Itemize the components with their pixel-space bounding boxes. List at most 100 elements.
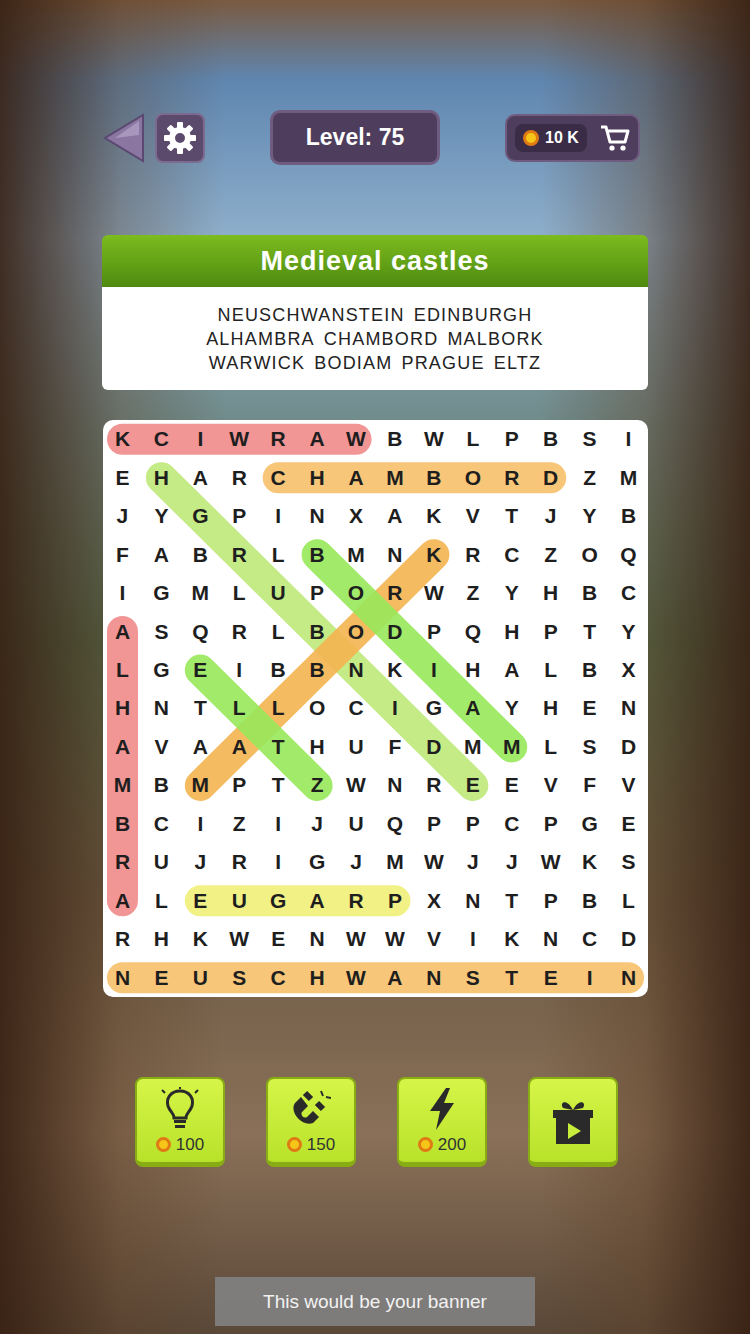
letter-cell[interactable]: B xyxy=(259,651,298,689)
letter-cell[interactable]: P xyxy=(220,766,259,804)
letter-cell[interactable]: O xyxy=(298,689,337,727)
letter-cell[interactable]: G xyxy=(142,574,181,612)
letter-cell[interactable]: G xyxy=(181,497,220,535)
letter-cell[interactable]: A xyxy=(337,458,376,496)
letter-cell[interactable]: K xyxy=(570,843,609,881)
letter-cell[interactable]: Y xyxy=(142,497,181,535)
letter-cell[interactable]: W xyxy=(375,920,414,958)
letter-cell[interactable]: T xyxy=(492,497,531,535)
letter-cell[interactable]: Q xyxy=(453,612,492,650)
letter-cell[interactable]: L xyxy=(220,574,259,612)
letter-cell[interactable]: L xyxy=(531,728,570,766)
letter-cell[interactable]: I xyxy=(375,689,414,727)
letter-cell[interactable]: H xyxy=(298,458,337,496)
letter-cell[interactable]: I xyxy=(570,959,609,997)
letter-cell[interactable]: R xyxy=(259,420,298,458)
letter-cell[interactable]: L xyxy=(259,535,298,573)
letter-cell[interactable]: D xyxy=(609,920,648,958)
letter-cell[interactable]: W xyxy=(220,420,259,458)
letter-cell[interactable]: C xyxy=(142,420,181,458)
letter-cell[interactable]: J xyxy=(453,843,492,881)
letter-cell[interactable]: F xyxy=(375,728,414,766)
letter-cell[interactable]: S xyxy=(570,728,609,766)
letter-cell[interactable]: G xyxy=(414,689,453,727)
letter-cell[interactable]: N xyxy=(298,920,337,958)
letter-cell[interactable]: M xyxy=(337,535,376,573)
letter-cell[interactable]: T xyxy=(259,728,298,766)
letter-cell[interactable]: R xyxy=(375,574,414,612)
letter-cell[interactable]: D xyxy=(375,612,414,650)
letter-cell[interactable]: D xyxy=(531,458,570,496)
letter-cell[interactable]: E xyxy=(453,766,492,804)
letter-cell[interactable]: M xyxy=(375,458,414,496)
letter-cell[interactable]: O xyxy=(337,612,376,650)
letter-cell[interactable]: K xyxy=(181,920,220,958)
letter-cell[interactable]: B xyxy=(375,420,414,458)
letter-cell[interactable]: V xyxy=(142,728,181,766)
letter-cell[interactable]: H xyxy=(531,689,570,727)
letter-cell[interactable]: A xyxy=(103,882,142,920)
letter-cell[interactable]: J xyxy=(531,497,570,535)
letter-cell[interactable]: D xyxy=(609,728,648,766)
video-button[interactable] xyxy=(528,1077,618,1167)
letter-cell[interactable]: B xyxy=(570,882,609,920)
letter-cell[interactable]: H xyxy=(531,574,570,612)
letter-cell[interactable]: P xyxy=(220,497,259,535)
letter-cell[interactable]: H xyxy=(142,458,181,496)
letter-cell[interactable]: L xyxy=(259,612,298,650)
letter-cell[interactable]: N xyxy=(609,959,648,997)
letter-cell[interactable]: A xyxy=(103,612,142,650)
letter-cell[interactable]: I xyxy=(414,651,453,689)
letter-cell[interactable]: C xyxy=(570,920,609,958)
letter-cell[interactable]: P xyxy=(531,882,570,920)
letter-cell[interactable]: W xyxy=(337,920,376,958)
letter-cell[interactable]: S xyxy=(220,959,259,997)
letter-cell[interactable]: R xyxy=(220,843,259,881)
letter-cell[interactable]: A xyxy=(181,458,220,496)
letter-cell[interactable]: A xyxy=(453,689,492,727)
letter-cell[interactable]: U xyxy=(220,882,259,920)
letter-cell[interactable]: S xyxy=(609,843,648,881)
letter-cell[interactable]: W xyxy=(414,574,453,612)
letter-cell[interactable]: I xyxy=(453,920,492,958)
letter-cell[interactable]: O xyxy=(453,458,492,496)
letter-cell[interactable]: B xyxy=(298,535,337,573)
letter-cell[interactable]: P xyxy=(375,882,414,920)
letter-cell[interactable]: H xyxy=(453,651,492,689)
letter-cell[interactable]: N xyxy=(103,959,142,997)
letter-cell[interactable]: E xyxy=(103,458,142,496)
letter-cell[interactable]: C xyxy=(259,959,298,997)
letter-cell[interactable]: B xyxy=(181,535,220,573)
letter-cell[interactable]: J xyxy=(103,497,142,535)
letter-cell[interactable]: U xyxy=(142,843,181,881)
letter-cell[interactable]: H xyxy=(103,689,142,727)
letter-cell[interactable]: M xyxy=(609,458,648,496)
letter-cell[interactable]: R xyxy=(492,458,531,496)
letter-cell[interactable]: E xyxy=(181,882,220,920)
letter-cell[interactable]: H xyxy=(298,959,337,997)
letter-cell[interactable]: I xyxy=(259,805,298,843)
letter-cell[interactable]: V xyxy=(453,497,492,535)
letter-cell[interactable]: Q xyxy=(375,805,414,843)
letter-cell[interactable]: X xyxy=(609,651,648,689)
letter-cell[interactable]: I xyxy=(181,420,220,458)
letter-cell[interactable]: R xyxy=(103,843,142,881)
letter-cell[interactable]: D xyxy=(414,728,453,766)
letter-cell[interactable]: A xyxy=(492,651,531,689)
letter-cell[interactable]: J xyxy=(492,843,531,881)
letter-cell[interactable]: Z xyxy=(453,574,492,612)
letter-cell[interactable]: W xyxy=(531,843,570,881)
letter-cell[interactable]: B xyxy=(609,497,648,535)
letter-cell[interactable]: I xyxy=(220,651,259,689)
letter-grid[interactable]: KCIWRAWBWLPBSIEHARCHAMBORDZMJYGPINXAKVTJ… xyxy=(103,420,648,997)
letter-cell[interactable]: R xyxy=(103,920,142,958)
letter-cell[interactable]: A xyxy=(298,882,337,920)
letter-cell[interactable]: R xyxy=(414,766,453,804)
magnet-button[interactable]: 150 xyxy=(266,1077,356,1167)
letter-cell[interactable]: N xyxy=(142,689,181,727)
letter-cell[interactable]: L xyxy=(142,882,181,920)
letter-cell[interactable]: A xyxy=(375,959,414,997)
letter-cell[interactable]: R xyxy=(220,535,259,573)
letter-cell[interactable]: M xyxy=(103,766,142,804)
letter-cell[interactable]: P xyxy=(298,574,337,612)
